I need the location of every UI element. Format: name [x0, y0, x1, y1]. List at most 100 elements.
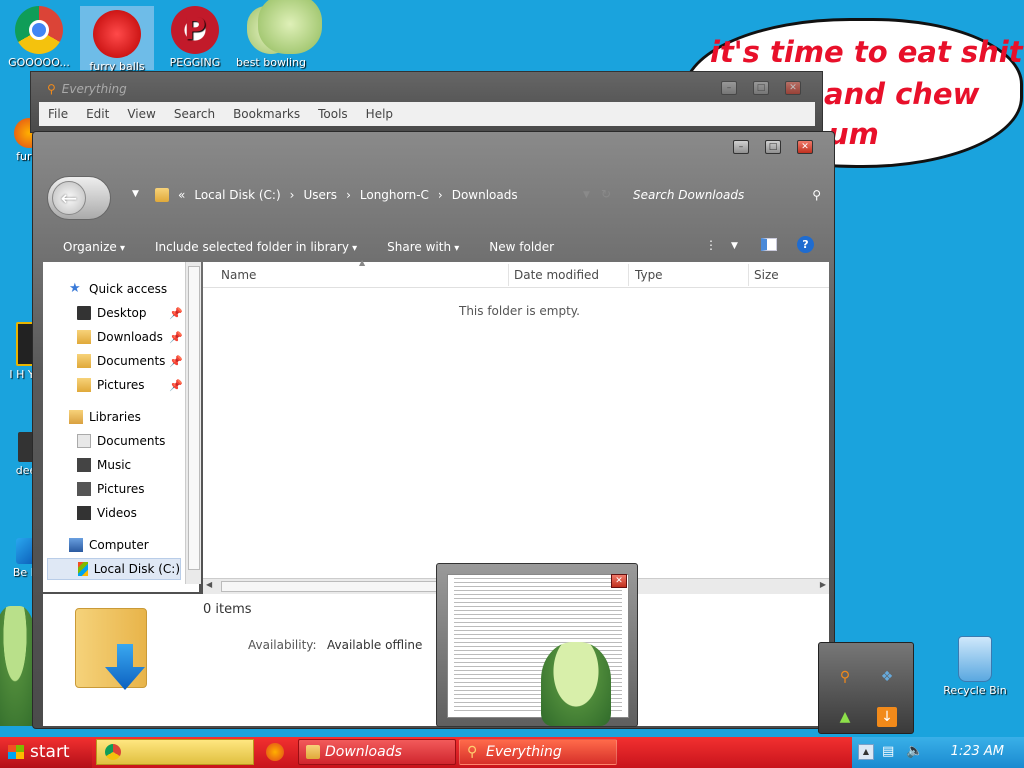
history-dropdown-icon[interactable]: ▼ [132, 189, 139, 199]
nav-downloads[interactable]: Downloads [77, 326, 163, 348]
nav-lib-videos[interactable]: Videos [77, 502, 137, 524]
app-tray-icon[interactable]: ❖ [877, 667, 897, 687]
nav-libraries[interactable]: Libraries [69, 406, 141, 428]
downloads-folder-icon [77, 330, 91, 344]
desktop-icon-furry-balls[interactable]: furry balls [80, 6, 154, 73]
network-icon[interactable]: ▤ [882, 744, 894, 759]
start-button[interactable]: start [0, 737, 92, 768]
menu-edit[interactable]: Edit [77, 107, 118, 121]
new-folder-button[interactable]: New folder [489, 240, 554, 254]
preview-pane-icon[interactable] [761, 238, 777, 251]
column-type[interactable]: Type [635, 268, 663, 282]
menu-tools[interactable]: Tools [309, 107, 357, 121]
column-headers: Name ▲ Date modified Type Size [203, 258, 829, 288]
nav-desktop[interactable]: Desktop [77, 302, 147, 324]
magnifier-icon: ⚲ [47, 82, 56, 96]
pin-icon[interactable]: 📌 [169, 355, 183, 368]
breadcrumb-users[interactable]: Users [303, 188, 337, 202]
update-tray-icon[interactable]: ↓ [877, 707, 897, 727]
back-arrow-icon[interactable]: ← [52, 181, 86, 215]
pin-icon[interactable]: 📌 [169, 379, 183, 392]
nav-pictures[interactable]: Pictures [77, 374, 145, 396]
minimize-button[interactable]: – [721, 81, 737, 95]
windows-logo-icon [8, 745, 24, 759]
p-logo-icon: P [171, 6, 219, 54]
volume-icon[interactable]: 🔈 [906, 743, 923, 759]
everything-window[interactable]: ⚲ Everything – □ ✕ File Edit View Search… [30, 71, 823, 133]
breadcrumb-downloads[interactable]: Downloads [452, 188, 518, 202]
clock[interactable]: 1:23 AM [951, 744, 1004, 759]
item-count: 0 items [203, 602, 252, 617]
everything-tray-icon[interactable]: ⚲ [835, 667, 855, 687]
desktop-icon-label: furr [16, 150, 36, 163]
network-tray-icon[interactable]: ▲ [835, 707, 855, 727]
nav-scrollbar[interactable] [185, 262, 201, 584]
column-size[interactable]: Size [754, 268, 779, 282]
nav-documents[interactable]: Documents [77, 350, 165, 372]
breadcrumb-overflow[interactable]: « [178, 188, 185, 202]
nav-lib-music[interactable]: Music [77, 454, 131, 476]
recycle-bin-icon [958, 636, 992, 682]
nav-quick-access[interactable]: ★ Quick access [69, 278, 167, 300]
downloads-folder-large-icon [71, 600, 155, 690]
close-button[interactable]: ✕ [797, 140, 813, 154]
thumbnail-close-button[interactable]: ✕ [611, 574, 627, 588]
empty-folder-message: This folder is empty. [459, 304, 580, 318]
show-hidden-icons-button[interactable]: ▲ [858, 744, 874, 760]
organize-button[interactable]: Organize [63, 240, 125, 254]
back-forward-control[interactable]: ← [47, 176, 111, 220]
minimize-button[interactable]: – [733, 140, 749, 154]
libraries-icon [69, 410, 83, 424]
scroll-right-icon[interactable]: ▶ [820, 580, 826, 589]
menu-file[interactable]: File [39, 107, 77, 121]
file-list[interactable]: Name ▲ Date modified Type Size This fold… [203, 258, 829, 578]
nav-computer[interactable]: Computer [69, 534, 149, 556]
chrome-icon [105, 744, 121, 760]
column-name[interactable]: Name [221, 268, 256, 282]
view-dropdown-icon[interactable]: ▼ [731, 241, 738, 251]
cartoon-character-overlay [541, 642, 611, 726]
desktop-icon-chrome[interactable]: GOOOOO... [2, 6, 76, 69]
taskbar-thumbnail-preview[interactable]: ✕ [436, 563, 638, 727]
tray-overflow-flyout: ⚲ ❖ ▲ ↓ [818, 642, 914, 734]
nav-lib-pictures[interactable]: Pictures [77, 478, 145, 500]
maximize-button[interactable]: □ [753, 81, 769, 95]
explorer-window[interactable]: – □ ✕ ← ▼ « Local Disk (C:) › Users › Lo… [32, 131, 835, 729]
pin-icon[interactable]: 📌 [169, 307, 183, 320]
pin-icon[interactable]: 📌 [169, 331, 183, 344]
menu-search[interactable]: Search [165, 107, 224, 121]
refresh-icon[interactable]: ↻ [601, 187, 611, 201]
maximize-button[interactable]: □ [765, 140, 781, 154]
menu-help[interactable]: Help [357, 107, 402, 121]
help-icon[interactable]: ? [797, 236, 814, 253]
nav-scrollbar-thumb[interactable] [188, 266, 200, 570]
desktop-icon-recycle-bin[interactable]: Recycle Bin [938, 636, 1012, 697]
include-in-library-button[interactable]: Include selected folder in library [155, 240, 357, 254]
desktop-icon-label: PEGGING [169, 56, 221, 69]
breadcrumb-longhorn[interactable]: Longhorn-C [360, 188, 429, 202]
view-options-icon[interactable]: ⋮ [705, 238, 717, 252]
column-date-modified[interactable]: Date modified [514, 268, 599, 282]
breadcrumb-local-disk[interactable]: Local Disk (C:) [194, 188, 280, 202]
scroll-left-icon[interactable]: ◀ [206, 580, 212, 589]
address-dropdown-icon[interactable]: ▼ [583, 190, 590, 200]
folder-icon [306, 745, 320, 759]
taskbar-task-downloads[interactable]: Downloads [298, 739, 456, 765]
documents-folder-icon [77, 354, 91, 368]
share-with-button[interactable]: Share with [387, 240, 459, 254]
search-input[interactable]: Search Downloads ⚲ [633, 184, 821, 206]
close-button[interactable]: ✕ [785, 81, 801, 95]
taskbar-task-everything[interactable]: ⚲ Everything [459, 739, 617, 765]
sort-indicator-icon: ▲ [359, 258, 366, 267]
menu-view[interactable]: View [118, 107, 164, 121]
nav-local-disk[interactable]: Local Disk (C:) [47, 558, 181, 580]
bubble-line-2: and chew [824, 77, 980, 111]
menu-bookmarks[interactable]: Bookmarks [224, 107, 309, 121]
quick-launch-firefox[interactable] [266, 743, 284, 761]
quick-launch-chrome[interactable] [96, 739, 254, 765]
nav-lib-documents[interactable]: Documents [77, 430, 165, 452]
breadcrumb[interactable]: « Local Disk (C:) › Users › Longhorn-C ›… [155, 184, 518, 206]
breadcrumb-separator-icon: › [289, 188, 295, 202]
search-icon[interactable]: ⚲ [812, 184, 821, 206]
desktop-icon-pegging[interactable]: P PEGGING [158, 6, 232, 69]
